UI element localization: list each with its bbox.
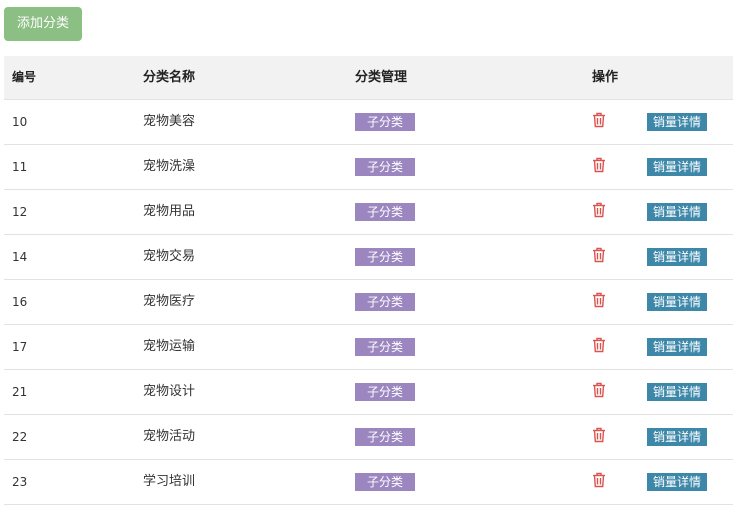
header-manage: 分类管理	[355, 70, 408, 85]
trash-icon[interactable]	[592, 292, 606, 308]
category-id: 17	[12, 340, 28, 354]
header-name: 分类名称	[143, 70, 196, 85]
trash-icon[interactable]	[592, 472, 606, 488]
category-id: 21	[12, 385, 28, 399]
category-id: 22	[12, 430, 28, 444]
table-row: 10 宠物美容 子分类 销量详情	[4, 100, 733, 145]
table-row: 17 宠物运输 子分类 销量详情	[4, 325, 733, 370]
header-id: 编号	[12, 70, 37, 84]
subcategory-button[interactable]: 子分类	[355, 158, 415, 176]
sales-detail-button[interactable]: 销量详情	[647, 113, 707, 131]
category-name: 宠物设计	[143, 384, 196, 399]
category-id: 12	[12, 205, 28, 219]
trash-icon[interactable]	[592, 337, 606, 353]
category-name: 宠物洗澡	[143, 159, 196, 174]
subcategory-button[interactable]: 子分类	[355, 248, 415, 266]
category-name: 宠物医疗	[143, 294, 196, 309]
subcategory-button[interactable]: 子分类	[355, 113, 415, 131]
sales-detail-button[interactable]: 销量详情	[647, 248, 707, 266]
sales-detail-button[interactable]: 销量详情	[647, 158, 707, 176]
category-name: 学习培训	[143, 474, 196, 489]
category-id: 10	[12, 115, 28, 129]
table-body: 10 宠物美容 子分类 销量详情 11 宠物洗澡 子分类 销量详情 12 宠物用品 子分类 销量详情 1…	[4, 100, 733, 505]
category-name: 宠物活动	[143, 429, 196, 444]
category-id: 11	[12, 160, 28, 174]
table-row: 22 宠物活动 子分类 销量详情	[4, 415, 733, 460]
sales-detail-button[interactable]: 销量详情	[647, 293, 707, 311]
category-table: 编号 分类名称 分类管理 操作 10 宠物美容 子分类 销量详情 11 宠物洗澡 子分类 销量…	[4, 56, 733, 505]
table-row: 23 学习培训 子分类 销量详情	[4, 460, 733, 505]
subcategory-button[interactable]: 子分类	[355, 473, 415, 491]
table-row: 14 宠物交易 子分类 销量详情	[4, 235, 733, 280]
category-name: 宠物用品	[143, 204, 196, 219]
category-name: 宠物美容	[143, 114, 196, 129]
header-operations: 操作	[592, 70, 619, 85]
category-id: 23	[12, 475, 28, 489]
subcategory-button[interactable]: 子分类	[355, 338, 415, 356]
sales-detail-button[interactable]: 销量详情	[647, 428, 707, 446]
category-id: 16	[12, 295, 28, 309]
trash-icon[interactable]	[592, 202, 606, 218]
category-name: 宠物运输	[143, 339, 196, 354]
sales-detail-button[interactable]: 销量详情	[647, 473, 707, 491]
trash-icon[interactable]	[592, 427, 606, 443]
table-header: 编号 分类名称 分类管理 操作	[4, 56, 733, 100]
trash-icon[interactable]	[592, 157, 606, 173]
category-id: 14	[12, 250, 28, 264]
table-row: 21 宠物设计 子分类 销量详情	[4, 370, 733, 415]
sales-detail-button[interactable]: 销量详情	[647, 383, 707, 401]
add-category-button[interactable]: 添加分类	[4, 7, 82, 41]
table-row: 12 宠物用品 子分类 销量详情	[4, 190, 733, 235]
sales-detail-button[interactable]: 销量详情	[647, 338, 707, 356]
subcategory-button[interactable]: 子分类	[355, 203, 415, 221]
sales-detail-button[interactable]: 销量详情	[647, 203, 707, 221]
subcategory-button[interactable]: 子分类	[355, 383, 415, 401]
subcategory-button[interactable]: 子分类	[355, 428, 415, 446]
table-row: 11 宠物洗澡 子分类 销量详情	[4, 145, 733, 190]
category-name: 宠物交易	[143, 249, 196, 264]
subcategory-button[interactable]: 子分类	[355, 293, 415, 311]
trash-icon[interactable]	[592, 112, 606, 128]
table-row: 16 宠物医疗 子分类 销量详情	[4, 280, 733, 325]
trash-icon[interactable]	[592, 247, 606, 263]
trash-icon[interactable]	[592, 382, 606, 398]
